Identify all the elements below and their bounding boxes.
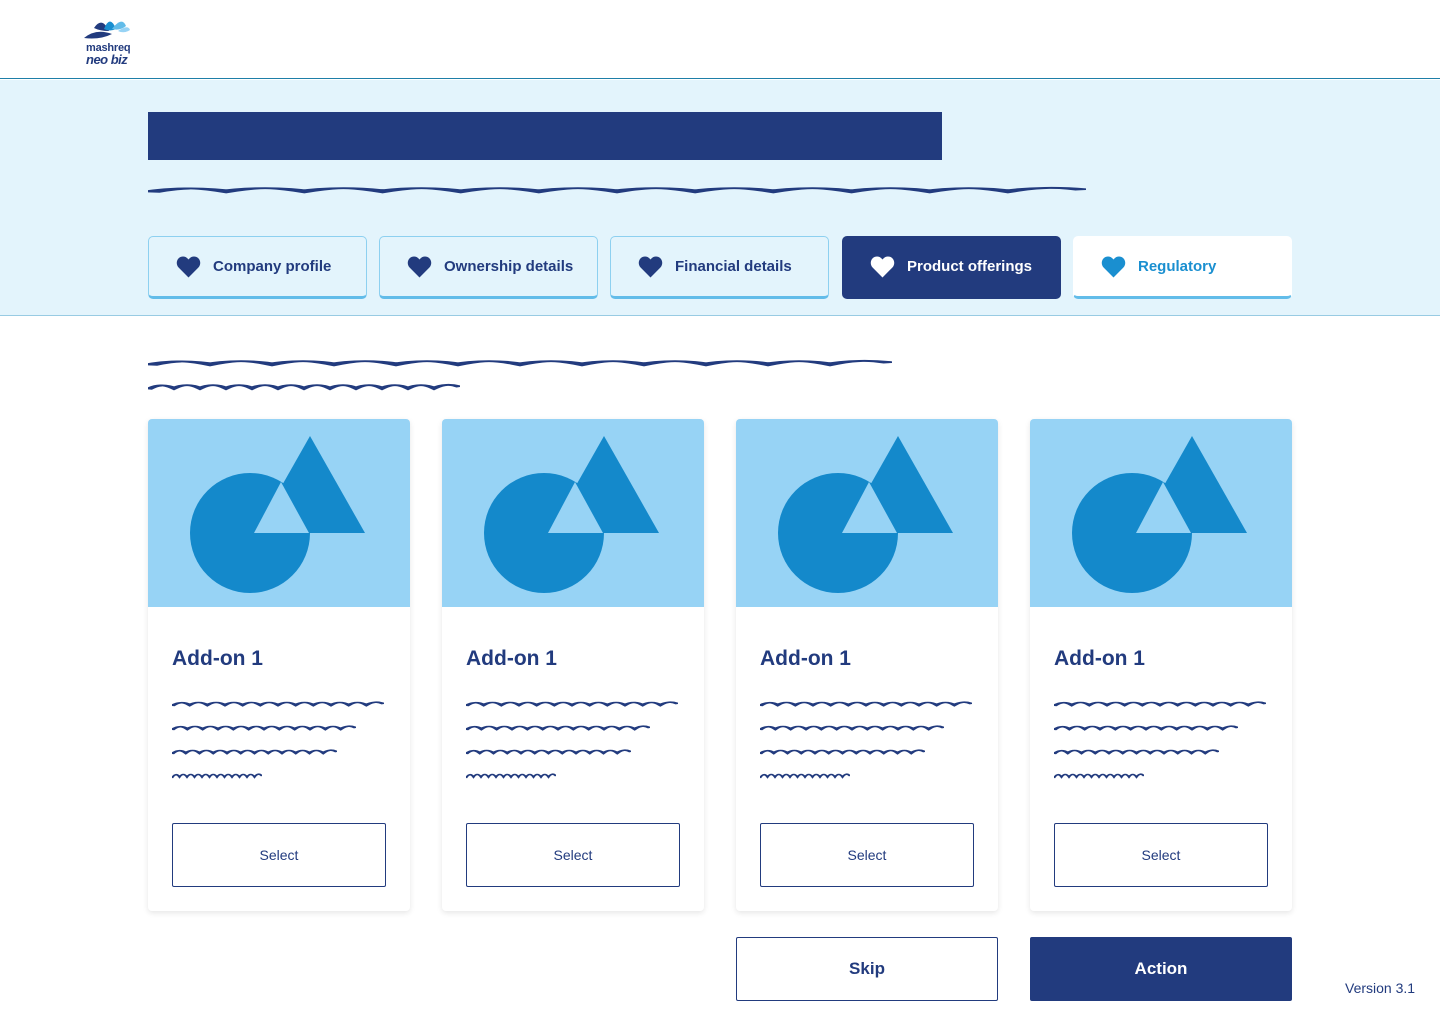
heart-icon (176, 256, 201, 278)
tab-ownership-details[interactable]: Ownership details (379, 236, 598, 299)
tab-label: Ownership details (444, 258, 574, 275)
brand-logo[interactable]: mashreq neo biz (82, 14, 132, 67)
card-media (1030, 419, 1292, 607)
card-media (442, 419, 704, 607)
heart-icon (407, 256, 432, 278)
card-title: Add-on 1 (1054, 647, 1145, 670)
shapes-placeholder-icon (484, 436, 659, 593)
tab-company-profile[interactable]: Company profile (148, 236, 367, 299)
tab-product-offerings[interactable]: Product offerings (842, 236, 1061, 299)
card-description-placeholder (1054, 699, 1269, 780)
version-label: Version 3.1 (1345, 980, 1416, 996)
select-button[interactable]: Select (466, 823, 680, 887)
addon-card[interactable]: Add-on 1 Select (736, 419, 998, 911)
card-description-placeholder (172, 699, 387, 780)
card-media (736, 419, 998, 607)
card-media (148, 419, 410, 607)
action-button[interactable]: Action (1030, 937, 1292, 1001)
card-title: Add-on 1 (466, 647, 557, 670)
heart-icon (1101, 256, 1126, 278)
select-button[interactable]: Select (172, 823, 386, 887)
shapes-placeholder-icon (190, 436, 365, 593)
skip-button[interactable]: Skip (736, 937, 998, 1001)
addon-card[interactable]: Add-on 1 Select (1030, 419, 1292, 911)
tab-label: Regulatory (1138, 258, 1217, 275)
lotus-icon (84, 21, 130, 39)
heart-icon (870, 256, 895, 278)
intro-placeholder-line-2 (148, 381, 460, 393)
tab-financial-details[interactable]: Financial details (610, 236, 829, 299)
subtitle-placeholder (148, 184, 1086, 196)
card-title: Add-on 1 (172, 647, 263, 670)
intro-placeholder-line-1 (148, 357, 892, 369)
shapes-placeholder-icon (1072, 436, 1247, 593)
tab-label: Financial details (675, 258, 792, 275)
shapes-placeholder-icon (778, 436, 953, 593)
tab-label: Product offerings (907, 258, 1033, 275)
addon-card[interactable]: Add-on 1 Select (148, 419, 410, 911)
page-title-placeholder (148, 112, 942, 160)
addon-card[interactable]: Add-on 1 Select (442, 419, 704, 911)
heart-icon (638, 256, 663, 278)
brand-subname: neo biz (86, 52, 128, 67)
card-title: Add-on 1 (760, 647, 851, 670)
top-header: mashreq neo biz (0, 0, 1440, 79)
card-description-placeholder (760, 699, 975, 780)
card-description-placeholder (466, 699, 681, 780)
tab-regulatory[interactable]: Regulatory (1073, 236, 1292, 299)
select-button[interactable]: Select (760, 823, 974, 887)
tab-label: Company profile (213, 258, 332, 275)
select-button[interactable]: Select (1054, 823, 1268, 887)
